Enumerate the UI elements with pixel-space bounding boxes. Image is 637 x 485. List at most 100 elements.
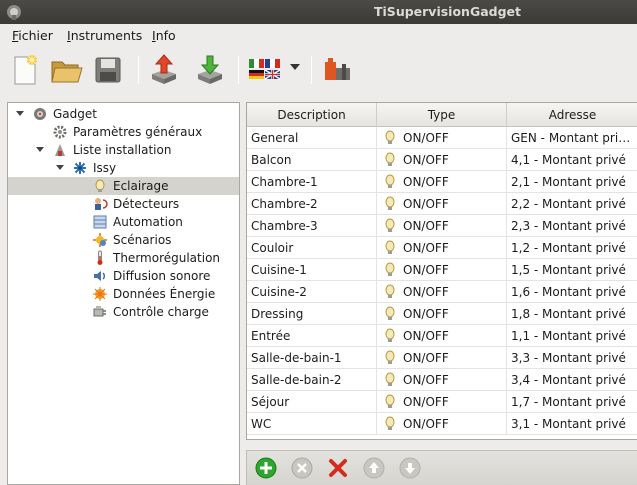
bulb-icon bbox=[385, 262, 395, 276]
table-row[interactable]: Cuisine-1 ON/OFF 1,5 - Montant privé bbox=[247, 259, 637, 281]
tree-item-label: Scénarios bbox=[113, 233, 172, 247]
cell-type-text: ON/OFF bbox=[403, 197, 449, 211]
table-row[interactable]: Salle-de-bain-2 ON/OFF 3,4 - Montant privé bbox=[247, 369, 637, 391]
cell-type: ON/OFF bbox=[377, 193, 507, 215]
tree-item-label: Diffusion sonore bbox=[113, 269, 211, 283]
action-bar bbox=[246, 450, 637, 485]
tree-item-gadget[interactable]: Gadget bbox=[8, 105, 239, 123]
cell-type: ON/OFF bbox=[377, 347, 507, 369]
save-icon[interactable] bbox=[90, 52, 126, 88]
tree-item-scenarios[interactable]: Scénarios bbox=[8, 231, 239, 249]
menu-instruments[interactable]: Instruments bbox=[67, 28, 142, 43]
cell-type: ON/OFF bbox=[377, 325, 507, 347]
cell-type: ON/OFF bbox=[377, 127, 507, 149]
table-row[interactable]: Cuisine-2 ON/OFF 1,6 - Montant privé bbox=[247, 281, 637, 303]
bulb-icon bbox=[385, 240, 395, 254]
menu-fichier[interactable]: Fichier bbox=[12, 28, 53, 43]
cell-type: ON/OFF bbox=[377, 391, 507, 413]
cell-type: ON/OFF bbox=[377, 281, 507, 303]
toolbar-separator bbox=[138, 56, 139, 84]
tree-item-thermoregulation[interactable]: Thermorégulation bbox=[8, 249, 239, 267]
cell-type: ON/OFF bbox=[377, 215, 507, 237]
tree-item-controle-charge[interactable]: Contrôle charge bbox=[8, 303, 239, 321]
energy-icon bbox=[93, 287, 107, 301]
bulb-icon bbox=[385, 416, 395, 430]
remove-icon[interactable] bbox=[291, 457, 313, 479]
delete-icon[interactable] bbox=[327, 457, 349, 479]
cell-type-text: ON/OFF bbox=[403, 131, 449, 145]
tree-item-label: Données Énergie bbox=[113, 287, 216, 301]
title-bar: TiSupervisionGadget bbox=[0, 0, 637, 24]
table-row[interactable]: Séjour ON/OFF 1,7 - Montant privé bbox=[247, 391, 637, 413]
installation-tree[interactable]: Gadget Paramètres généraux Liste install… bbox=[7, 102, 240, 485]
tree-item-donnees-energie[interactable]: Données Énergie bbox=[8, 285, 239, 303]
table-row[interactable]: General ON/OFF GEN - Montant privé... bbox=[247, 127, 637, 149]
tree-item-eclairage[interactable]: Eclairage bbox=[8, 177, 239, 195]
download-icon[interactable] bbox=[192, 52, 228, 88]
expander-icon[interactable] bbox=[56, 165, 64, 170]
move-down-icon[interactable] bbox=[399, 457, 421, 479]
cell-type-text: ON/OFF bbox=[403, 351, 449, 365]
upload-icon[interactable] bbox=[146, 52, 182, 88]
new-document-icon[interactable] bbox=[6, 52, 42, 88]
cell-address: 3,1 - Montant privé bbox=[507, 413, 637, 435]
cell-type-text: ON/OFF bbox=[403, 417, 449, 431]
menu-info[interactable]: Info bbox=[152, 28, 176, 43]
gadget-icon bbox=[34, 108, 46, 120]
cell-description: Salle-de-bain-1 bbox=[247, 347, 377, 369]
cell-type-text: ON/OFF bbox=[403, 153, 449, 167]
table-row[interactable]: Balcon ON/OFF 4,1 - Montant privé bbox=[247, 149, 637, 171]
detector-icon bbox=[95, 198, 108, 210]
column-header-description[interactable]: Description bbox=[247, 103, 377, 127]
table-row[interactable]: Dressing ON/OFF 1,8 - Montant privé bbox=[247, 303, 637, 325]
menu-fichier-label: ichier bbox=[18, 28, 53, 43]
network-icon bbox=[74, 162, 86, 174]
tree-item-label: Issy bbox=[93, 161, 117, 175]
expander-icon[interactable] bbox=[16, 111, 24, 116]
tree-item-automation[interactable]: Automation bbox=[8, 213, 239, 231]
table-row[interactable]: Couloir ON/OFF 1,2 - Montant privé bbox=[247, 237, 637, 259]
thermometer-icon bbox=[97, 250, 103, 265]
tree-item-issy[interactable]: Issy bbox=[8, 159, 239, 177]
devices-table[interactable]: Description Type Adresse General ON/OFF GE… bbox=[246, 102, 637, 440]
bulb-icon bbox=[385, 130, 395, 144]
table-row[interactable]: Entrée ON/OFF 1,1 - Montant privé bbox=[247, 325, 637, 347]
installation-icon bbox=[55, 144, 65, 156]
cell-description: Chambre-3 bbox=[247, 215, 377, 237]
cell-address: 2,2 - Montant privé bbox=[507, 193, 637, 215]
table-row[interactable]: Chambre-2 ON/OFF 2,2 - Montant privé bbox=[247, 193, 637, 215]
bulb-icon bbox=[385, 152, 395, 166]
bulb-icon bbox=[385, 174, 395, 188]
cell-address: 1,6 - Montant privé bbox=[507, 281, 637, 303]
add-icon[interactable] bbox=[255, 457, 277, 479]
tree-item-label: Gadget bbox=[53, 107, 97, 121]
table-row[interactable]: Chambre-1 ON/OFF 2,1 - Montant privé bbox=[247, 171, 637, 193]
cell-type: ON/OFF bbox=[377, 171, 507, 193]
tree-item-detecteurs[interactable]: Détecteurs bbox=[8, 195, 239, 213]
language-dropdown-arrow[interactable] bbox=[290, 64, 300, 70]
cell-address: 1,2 - Montant privé bbox=[507, 237, 637, 259]
table-row[interactable]: Chambre-3 ON/OFF 2,3 - Montant privé bbox=[247, 215, 637, 237]
table-row[interactable]: WC ON/OFF 3,1 - Montant privé bbox=[247, 413, 637, 435]
cell-address: 3,3 - Montant privé bbox=[507, 347, 637, 369]
language-flags-icon[interactable] bbox=[246, 52, 282, 88]
tree-item-label: Liste installation bbox=[73, 143, 172, 157]
cell-description: Cuisine-1 bbox=[247, 259, 377, 281]
open-folder-icon[interactable] bbox=[48, 52, 84, 88]
tree-item-label: Détecteurs bbox=[113, 197, 180, 211]
table-row[interactable]: Salle-de-bain-1 ON/OFF 3,3 - Montant privé bbox=[247, 347, 637, 369]
tisupervision-logo-icon[interactable] bbox=[320, 52, 356, 88]
tree-item-parametres[interactable]: Paramètres généraux bbox=[8, 123, 239, 141]
tree-item-liste-installation[interactable]: Liste installation bbox=[8, 141, 239, 159]
tree-item-label: Contrôle charge bbox=[113, 305, 209, 319]
column-header-adresse[interactable]: Adresse bbox=[507, 103, 637, 127]
menu-bar: Fichier Instruments Info bbox=[0, 24, 637, 46]
column-header-type[interactable]: Type bbox=[377, 103, 507, 127]
cell-description: Cuisine-2 bbox=[247, 281, 377, 303]
cell-type: ON/OFF bbox=[377, 149, 507, 171]
tree-item-diffusion-sonore[interactable]: Diffusion sonore bbox=[8, 267, 239, 285]
expander-icon[interactable] bbox=[36, 147, 44, 152]
menu-instruments-label: nstruments bbox=[70, 28, 143, 43]
move-up-icon[interactable] bbox=[363, 457, 385, 479]
menu-info-label: nfo bbox=[155, 28, 176, 43]
